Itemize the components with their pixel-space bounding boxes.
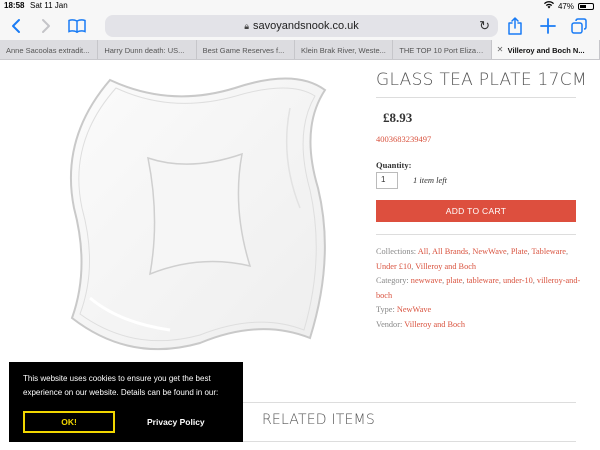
collection-link[interactable]: Under £10 xyxy=(376,262,411,271)
vendor-link[interactable]: Villeroy and Boch xyxy=(404,320,465,329)
divider xyxy=(243,441,576,442)
bookmarks-icon[interactable] xyxy=(68,16,86,36)
tab-label: Best Game Reserves f... xyxy=(202,46,285,55)
divider xyxy=(376,234,576,235)
stock-status: 1 item left xyxy=(413,175,447,185)
tab-item[interactable]: Anne Sacoolas extradit... xyxy=(0,40,99,59)
category-link[interactable]: tableware xyxy=(467,276,499,285)
divider xyxy=(243,402,576,403)
cookie-accept-button[interactable]: OK! xyxy=(23,411,115,433)
collection-link[interactable]: Plate xyxy=(511,247,528,256)
status-right: 47% xyxy=(543,1,594,11)
tab-item[interactable]: Klein Brak River, Weste... xyxy=(295,40,394,59)
battery-icon xyxy=(578,2,594,10)
back-icon[interactable] xyxy=(10,16,22,36)
category-link[interactable]: plate xyxy=(446,276,462,285)
quantity-label: Quantity: xyxy=(376,160,412,170)
quantity-input[interactable]: 1 xyxy=(376,172,398,189)
collection-link[interactable]: All xyxy=(418,247,429,256)
tab-bar: Anne Sacoolas extradit... Harry Dunn dea… xyxy=(0,40,600,60)
tab-item-active[interactable]: ✕ Villeroy and Boch N... xyxy=(491,40,600,59)
tab-label: THE TOP 10 Port Elizab... xyxy=(399,46,487,55)
glass-plate-illustration xyxy=(70,77,327,351)
product-title: GLASS TEA PLATE 17CM xyxy=(376,70,587,90)
collections-label: Collections: xyxy=(376,247,417,256)
divider xyxy=(376,97,576,98)
url-text: savoyandsnook.co.uk xyxy=(253,20,359,32)
vendor-label: Vendor: xyxy=(376,319,403,329)
privacy-policy-link[interactable]: Privacy Policy xyxy=(147,417,205,427)
product-image xyxy=(60,68,330,358)
product-sku: 4003683239497 xyxy=(376,134,432,144)
browser-toolbar: 🔒︎ savoyandsnook.co.uk ↻ xyxy=(0,12,600,40)
related-items-title: RELATED ITEMS xyxy=(262,412,375,428)
status-time: 18:58 xyxy=(4,1,25,10)
category-label: Category: xyxy=(376,276,409,286)
tab-label: Anne Sacoolas extradit... xyxy=(6,46,90,55)
reload-icon[interactable]: ↻ xyxy=(479,18,490,34)
status-bar: 18:58 Sat 11 Jan 47% xyxy=(0,0,600,12)
tab-label: Klein Brak River, Weste... xyxy=(300,46,386,55)
tabs-overview-icon[interactable] xyxy=(571,16,587,36)
tab-label: Villeroy and Boch N... xyxy=(507,46,585,55)
type-link[interactable]: NewWave xyxy=(397,305,431,314)
collection-link[interactable]: NewWave xyxy=(472,247,506,256)
cookie-message: This website uses cookies to ensure you … xyxy=(23,374,219,397)
category-link[interactable]: newwave xyxy=(411,276,442,285)
address-bar[interactable]: 🔒︎ savoyandsnook.co.uk ↻ xyxy=(105,15,498,37)
collection-link[interactable]: Tableware xyxy=(532,247,566,256)
type-label: Type: xyxy=(376,305,395,315)
collection-link[interactable]: All Brands xyxy=(432,247,468,256)
product-meta: Collections: All, All Brands, NewWave, P… xyxy=(376,247,581,329)
tab-item[interactable]: Best Game Reserves f... xyxy=(197,40,295,59)
battery-percent: 47% xyxy=(557,1,574,11)
tab-item[interactable]: THE TOP 10 Port Elizab... xyxy=(393,40,492,59)
status-date: Sat 11 Jan xyxy=(30,1,68,10)
tab-label: Harry Dunn death: US... xyxy=(104,46,185,55)
cookie-banner: This website uses cookies to ensure you … xyxy=(9,362,243,442)
product-price: £8.93 xyxy=(383,110,413,125)
share-icon[interactable] xyxy=(508,16,522,36)
forward-icon[interactable] xyxy=(40,16,52,36)
close-tab-icon[interactable]: ✕ xyxy=(497,45,504,54)
new-tab-icon[interactable] xyxy=(540,16,556,36)
tab-item[interactable]: Harry Dunn death: US... xyxy=(98,40,197,59)
add-to-cart-button[interactable]: ADD TO CART xyxy=(376,200,576,222)
collection-link[interactable]: Villeroy and Boch xyxy=(415,262,476,271)
category-link[interactable]: under-10 xyxy=(503,276,533,285)
lock-icon: 🔒︎ xyxy=(244,20,249,31)
wifi-icon xyxy=(543,1,554,11)
